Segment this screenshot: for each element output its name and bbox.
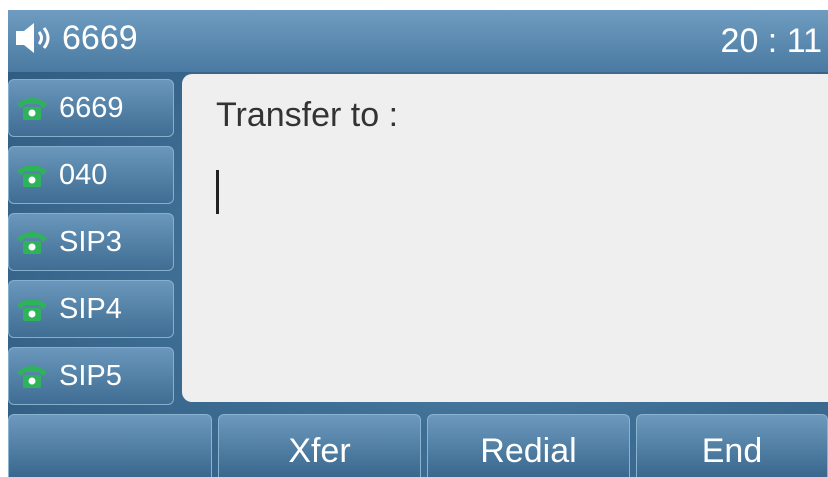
line-key-sip4[interactable]: SIP4 [8, 280, 174, 338]
line-key-label: SIP4 [59, 292, 122, 325]
line-key-6669[interactable]: 6669 [8, 79, 174, 137]
speaker-icon [14, 18, 62, 58]
line-key-sip3[interactable]: SIP3 [8, 213, 174, 271]
phone-screen: 6669 20 : 11 6669 040 SIP3 SIP4 SIP5 Tra… [8, 10, 828, 477]
xfer-button[interactable]: Xfer [218, 414, 421, 477]
end-call-button[interactable]: End [636, 414, 828, 477]
status-bar: 6669 20 : 11 [8, 10, 828, 72]
redial-button[interactable]: Redial [427, 414, 630, 477]
phone-icon [15, 361, 51, 391]
transfer-number-input[interactable] [216, 170, 219, 214]
line-key-label: 040 [59, 158, 108, 191]
line-key-label: SIP3 [59, 225, 122, 258]
transfer-prompt: Transfer to : [216, 96, 399, 134]
softkey-empty[interactable] [8, 414, 212, 477]
softkey-bar: Xfer Redial End [8, 414, 828, 477]
phone-icon [15, 93, 51, 123]
clock-time: 20 : 11 [720, 22, 822, 60]
status-left: 6669 [14, 18, 138, 58]
account-label: 6669 [62, 18, 138, 57]
transfer-panel: Transfer to : [182, 74, 828, 402]
line-key-sip5[interactable]: SIP5 [8, 347, 174, 405]
phone-icon [15, 294, 51, 324]
phone-icon [15, 227, 51, 257]
line-key-label: SIP5 [59, 359, 122, 392]
line-key-label: 6669 [59, 91, 124, 124]
line-key-040[interactable]: 040 [8, 146, 174, 204]
phone-icon [15, 160, 51, 190]
